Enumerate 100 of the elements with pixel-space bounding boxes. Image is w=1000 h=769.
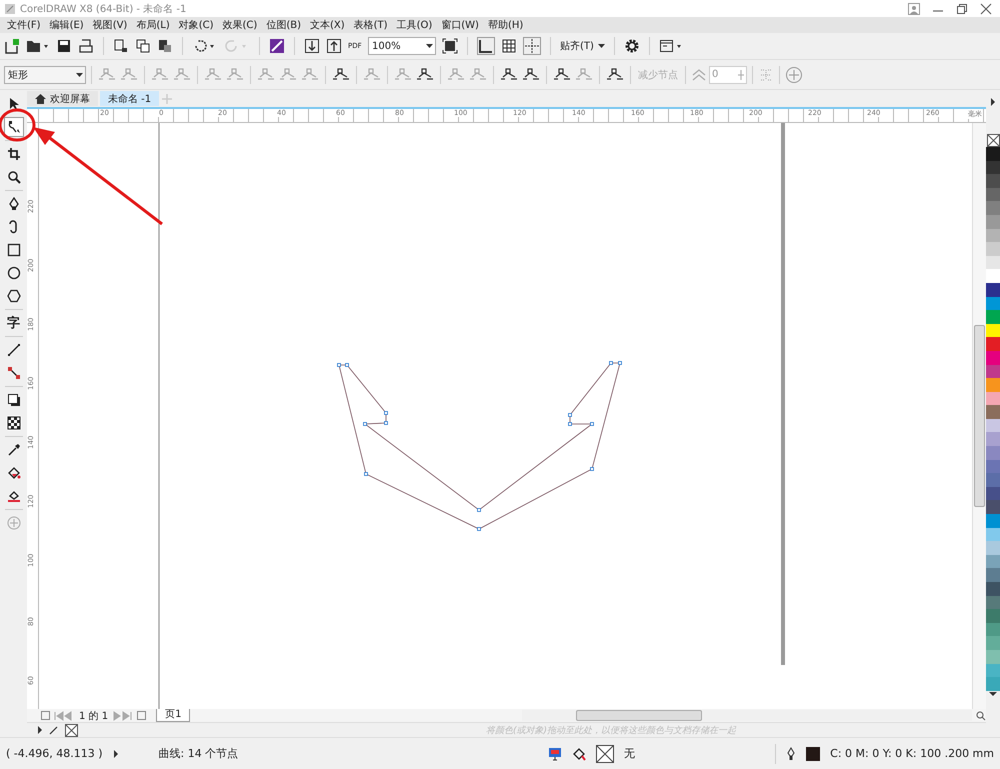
object-type-dropdown[interactable]: 矩形 — [4, 66, 86, 84]
cursor-coordinates: ( -4.496, 48.113 ) — [6, 747, 103, 760]
window-title: CorelDRAW X8 (64-Bit) - 未命名 -1 — [20, 2, 186, 16]
color-swatch[interactable] — [986, 486, 1000, 500]
pen-icon[interactable] — [49, 725, 59, 735]
color-swatch[interactable] — [986, 541, 1000, 555]
guidelines-icon[interactable] — [523, 37, 541, 55]
color-swatch[interactable] — [986, 554, 1000, 568]
import-icon[interactable] — [304, 38, 320, 54]
color-swatch[interactable] — [986, 214, 1000, 229]
paste-icon[interactable] — [157, 38, 173, 54]
copy-icon[interactable] — [135, 38, 151, 54]
document-tab[interactable]: 未命名 -1 — [100, 91, 160, 106]
monitor-icon[interactable] — [548, 746, 562, 760]
color-swatch[interactable] — [986, 242, 1000, 256]
no-color-swatch-icon[interactable] — [65, 724, 78, 736]
no-fill-icon — [596, 744, 614, 762]
home-icon — [35, 94, 46, 104]
color-swatch[interactable] — [986, 460, 1000, 474]
expand-arrow-icon[interactable] — [112, 750, 119, 758]
menu-item[interactable]: 编辑(E) — [46, 18, 90, 32]
color-swatch[interactable] — [986, 582, 1000, 596]
text-tool-button[interactable]: 字 — [4, 313, 24, 333]
palette-arrow-icon[interactable] — [37, 726, 43, 734]
color-swatch[interactable] — [986, 174, 1000, 188]
rulers-icon[interactable] — [477, 37, 495, 55]
color-swatch[interactable] — [986, 324, 1000, 338]
fill-bucket-icon[interactable] — [572, 746, 586, 760]
cut-icon[interactable] — [113, 38, 129, 54]
color-swatch[interactable] — [986, 677, 1000, 691]
color-swatch[interactable] — [986, 296, 1000, 310]
horizontal-scrollbar[interactable] — [522, 710, 972, 721]
color-swatch[interactable] — [986, 256, 1000, 270]
color-swatch[interactable] — [986, 147, 1000, 161]
menu-item[interactable]: 表格(T) — [350, 18, 394, 32]
menu-item[interactable]: 位图(B) — [263, 18, 307, 32]
palette-scroll-up-icon[interactable] — [990, 98, 996, 106]
color-swatch[interactable] — [986, 228, 1000, 242]
menu-item[interactable]: 布局(L) — [133, 18, 176, 32]
dropdown-caret-icon — [426, 44, 432, 48]
close-icon[interactable] — [980, 2, 992, 14]
menu-item[interactable]: 窗口(W) — [438, 18, 485, 32]
menu-item[interactable]: 视图(V) — [90, 18, 134, 32]
new-document-icon[interactable] — [4, 38, 20, 54]
vertical-scrollbar[interactable] — [972, 123, 986, 709]
menu-item[interactable]: 文本(X) — [306, 18, 351, 32]
color-swatch[interactable] — [986, 609, 1000, 623]
add-icon[interactable] — [785, 66, 803, 84]
color-swatch[interactable] — [986, 528, 1000, 542]
grid-icon[interactable] — [501, 38, 517, 54]
curve-drawing[interactable] — [337, 361, 622, 531]
color-swatch[interactable] — [986, 514, 1000, 528]
color-swatch[interactable] — [986, 392, 1000, 406]
color-swatch[interactable] — [986, 378, 1000, 392]
export-icon[interactable] — [326, 38, 342, 54]
account-icon[interactable] — [908, 2, 920, 14]
menu-item[interactable]: 帮助(H) — [484, 18, 530, 32]
document-tab[interactable]: 欢迎屏幕 — [27, 91, 98, 106]
color-swatch[interactable] — [986, 650, 1000, 664]
pen-nib-icon[interactable] — [786, 746, 796, 760]
color-swatch[interactable] — [986, 596, 1000, 610]
color-swatch[interactable] — [986, 432, 1000, 446]
color-swatch[interactable] — [986, 310, 1000, 324]
no-color-swatch-icon[interactable] — [986, 134, 1000, 147]
color-swatch[interactable] — [986, 418, 1000, 432]
color-swatch[interactable] — [986, 405, 1000, 419]
menu-item[interactable]: 效果(C) — [220, 18, 264, 32]
zoom-level-field[interactable]: 100% — [368, 37, 436, 55]
next-page-icon[interactable] — [112, 710, 146, 720]
open-folder-icon[interactable] — [26, 38, 50, 54]
color-swatch[interactable] — [986, 446, 1000, 460]
menu-item[interactable]: 工具(O) — [394, 18, 438, 32]
print-icon[interactable] — [78, 38, 94, 54]
menu-item[interactable]: 对象(C) — [176, 18, 220, 32]
color-swatch[interactable] — [986, 350, 1000, 364]
restore-icon[interactable] — [956, 2, 968, 14]
zoom-to-page-icon[interactable] — [442, 38, 458, 54]
settings-icon[interactable] — [624, 38, 640, 54]
color-swatch[interactable] — [986, 282, 1000, 297]
scrollbar-thumb[interactable] — [576, 710, 702, 721]
color-swatch[interactable] — [986, 269, 1000, 283]
snap-to-menu[interactable]: 贴齐(T) — [560, 39, 605, 53]
object-info: 曲线: 14 个节点 — [158, 746, 238, 761]
zoom-icon[interactable] — [976, 710, 986, 720]
color-swatch[interactable] — [986, 568, 1000, 582]
save-icon[interactable] — [56, 38, 72, 54]
shape-tool-icon[interactable] — [4, 117, 24, 137]
menu-item[interactable]: 文件(F) — [4, 18, 47, 32]
color-swatch[interactable] — [986, 160, 1000, 174]
color-swatch[interactable] — [986, 337, 1000, 351]
color-swatch[interactable] — [986, 636, 1000, 650]
scrollbar-thumb[interactable] — [974, 325, 985, 507]
color-swatch[interactable] — [986, 622, 1000, 636]
color-swatch[interactable] — [986, 664, 1000, 678]
color-swatch[interactable] — [986, 473, 1000, 487]
color-swatch[interactable] — [986, 201, 1000, 215]
page-tab[interactable]: 页1 — [156, 709, 190, 722]
color-swatch[interactable] — [986, 364, 1000, 378]
color-swatch[interactable] — [986, 500, 1000, 514]
color-swatch[interactable] — [986, 188, 1000, 202]
